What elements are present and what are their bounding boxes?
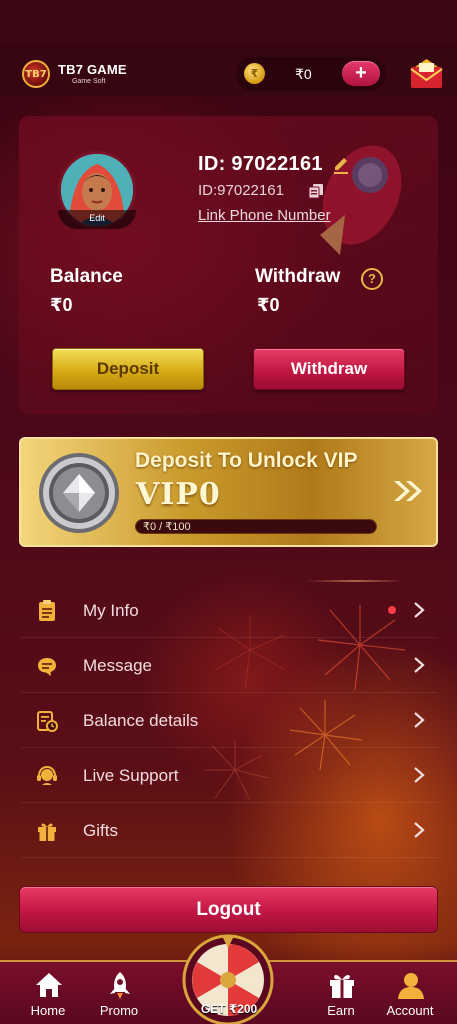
copy-icon[interactable]	[308, 183, 324, 199]
menu-item-balance-details[interactable]: Balance details	[20, 693, 438, 748]
headset-icon	[37, 765, 57, 785]
menu-item-gifts[interactable]: Gifts	[20, 803, 438, 858]
menu-item-live-support[interactable]: Live Support	[20, 748, 438, 803]
nav-label: Home	[30, 1003, 66, 1018]
home-icon	[36, 973, 62, 997]
chevron-right-icon	[414, 657, 425, 673]
nav-account[interactable]: Account	[375, 966, 445, 1024]
vip-level: VIP0	[136, 477, 221, 512]
withdraw-button[interactable]: Withdraw	[253, 348, 405, 390]
help-question-icon[interactable]: ?	[361, 268, 383, 290]
user-id-secondary: ID:97022161	[198, 182, 284, 199]
vip-diamond-medal-icon	[39, 453, 119, 533]
rocket-icon	[110, 972, 130, 999]
user-id-title: ID: 97022161	[198, 153, 323, 175]
deposit-button[interactable]: Deposit	[52, 348, 204, 390]
brand-logo: TB7	[22, 60, 50, 88]
gift-icon	[38, 823, 56, 841]
withdraw-label: Withdraw	[255, 266, 341, 287]
mail-envelope-icon[interactable]	[410, 58, 443, 89]
user-account-icon	[398, 973, 424, 999]
nav-promo[interactable]: Promo	[84, 966, 154, 1024]
divider	[305, 580, 405, 582]
nav-home[interactable]: Home	[13, 966, 83, 1024]
menu-item-label: My Info	[83, 601, 139, 620]
menu-item-label: Message	[83, 656, 152, 675]
menu-item-my-info[interactable]: My Info	[20, 583, 438, 638]
vip-title: Deposit To Unlock VIP	[135, 449, 358, 472]
nav-label: Promo	[99, 1003, 139, 1018]
vip-progress-text: ₹0 / ₹100	[143, 521, 191, 533]
nav-earn[interactable]: Earn	[306, 966, 376, 1024]
chevron-right-icon	[414, 767, 425, 783]
menu-item-message[interactable]: Message	[20, 638, 438, 693]
double-chevron-right-icon[interactable]	[392, 478, 424, 504]
brand-name: TB7 GAME	[58, 62, 127, 77]
pencil-edit-icon[interactable]	[332, 156, 350, 174]
statement-clock-icon	[37, 711, 58, 732]
nav-label: Account	[386, 1003, 434, 1018]
clipboard-icon	[39, 600, 55, 621]
menu-item-label: Balance details	[83, 711, 199, 730]
wallet-amount: ₹0	[295, 66, 312, 82]
withdraw-value: ₹0	[257, 295, 280, 315]
balance-label: Balance	[50, 266, 123, 287]
balance-value: ₹0	[50, 295, 73, 315]
avatar-edit-label[interactable]: Edit	[58, 210, 136, 229]
chat-bubble-icon	[38, 658, 56, 676]
logout-button[interactable]: Logout	[19, 886, 438, 933]
chevron-right-icon	[414, 712, 425, 728]
status-bar-area	[0, 0, 457, 44]
get-bonus-label[interactable]: GET ₹200	[188, 1002, 270, 1018]
link-phone-number-link[interactable]: Link Phone Number	[198, 207, 331, 224]
chevron-right-icon	[414, 602, 425, 618]
notification-dot	[388, 606, 396, 614]
menu-item-label: Gifts	[83, 821, 118, 840]
nav-label: Earn	[327, 1003, 355, 1018]
coin-icon: ₹	[244, 63, 265, 84]
chevron-right-icon	[414, 822, 425, 838]
brand-subtitle: Game Soft	[72, 78, 106, 85]
gift-box-icon	[330, 975, 354, 998]
menu-item-label: Live Support	[83, 766, 179, 785]
add-funds-button[interactable]: +	[342, 61, 380, 86]
